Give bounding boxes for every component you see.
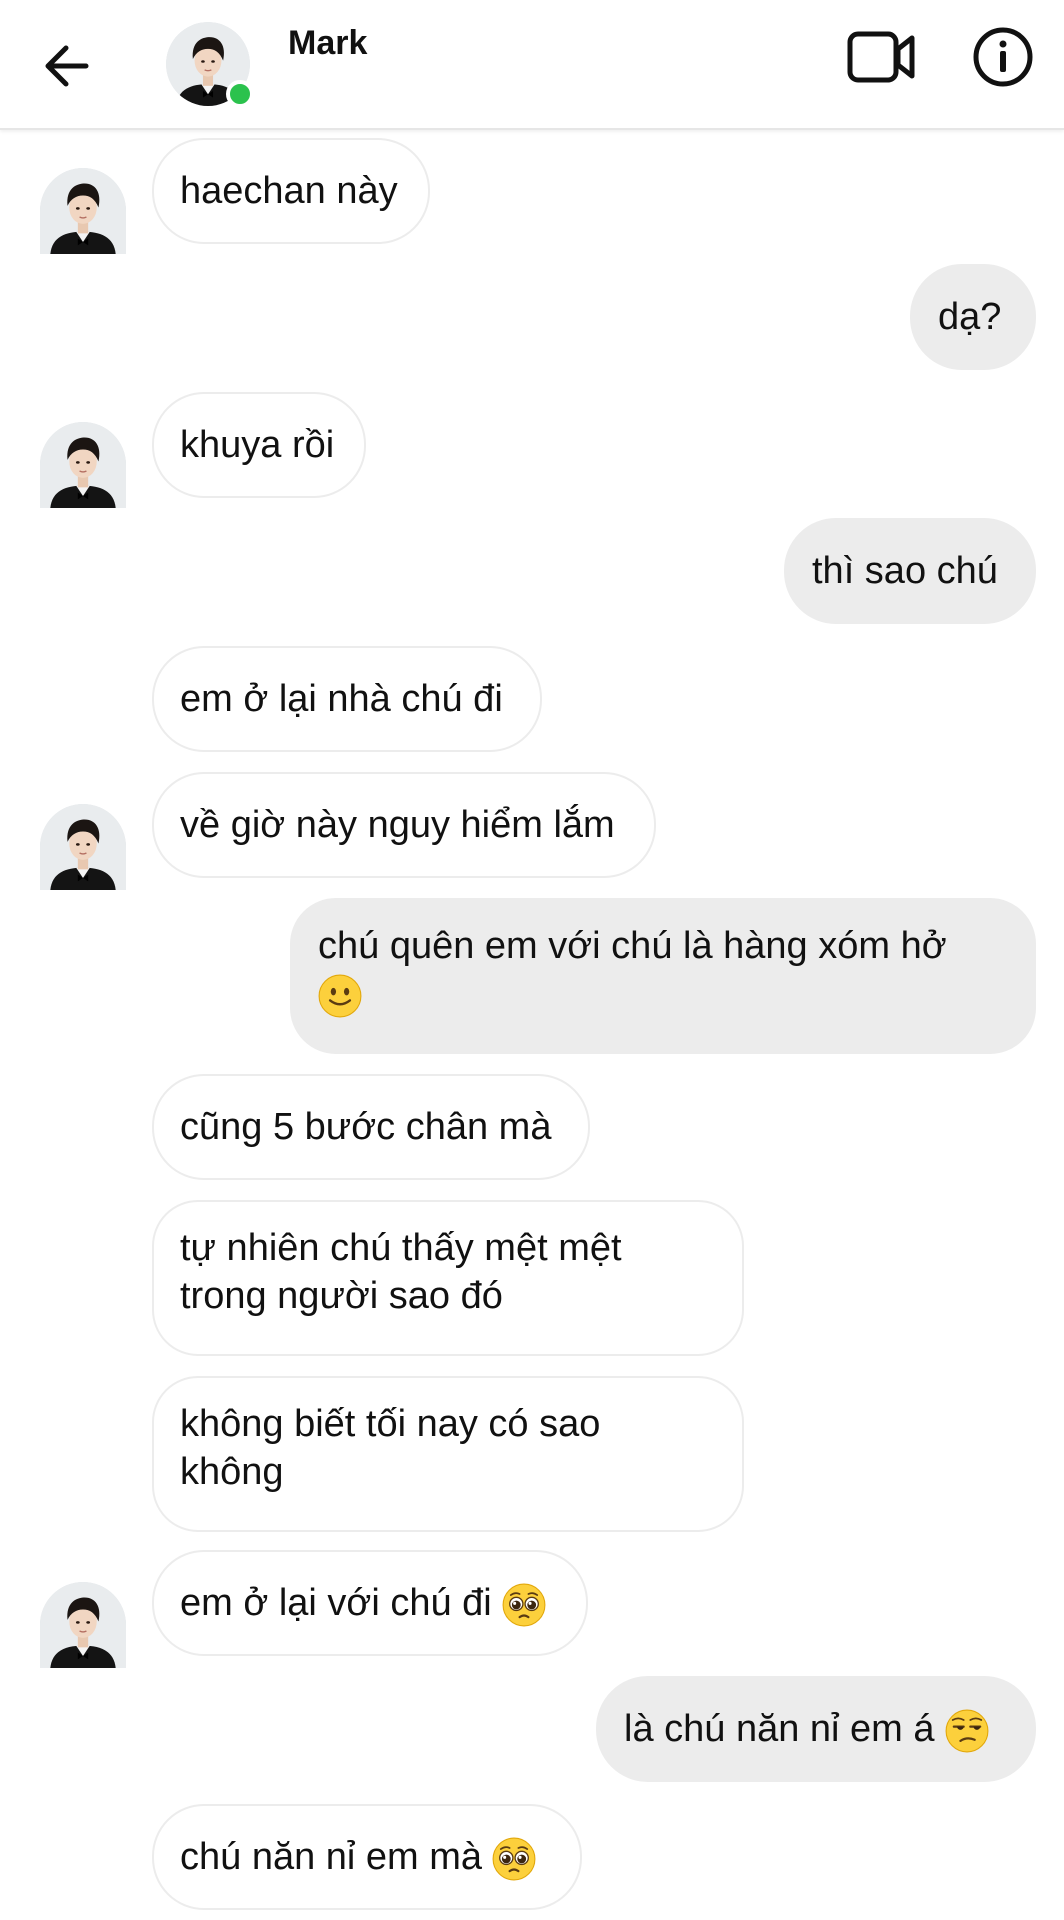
unamused-face-icon	[945, 1709, 989, 1753]
message-text: dạ?	[938, 296, 1002, 338]
avatar[interactable]	[40, 804, 126, 890]
message-bubble-outgoing[interactable]: chú quên em với chú là hàng xóm hở	[290, 898, 1036, 1054]
contact-avatar[interactable]	[166, 22, 254, 108]
message-bubble-incoming[interactable]: khuya rồi	[152, 392, 366, 498]
message-text: em ở lại với chú đi	[180, 1579, 546, 1627]
pleading-face-icon	[502, 1583, 546, 1627]
message-bubble-incoming[interactable]: haechan này	[152, 138, 430, 244]
message-text: chú quên em với chú là hàng xóm hở	[318, 922, 947, 1018]
message-text: tự nhiên chú thấy mệt mệt trong người sa…	[180, 1227, 622, 1317]
message-bubble-outgoing[interactable]: dạ?	[910, 264, 1036, 370]
contact-name[interactable]: Mark	[288, 24, 367, 63]
slightly-smiling-face-icon	[318, 974, 362, 1018]
message-bubble-incoming[interactable]: về giờ này nguy hiểm lắm	[152, 772, 656, 878]
message-text: về giờ này nguy hiểm lắm	[180, 804, 615, 846]
message-text: haechan này	[180, 170, 398, 212]
pleading-face-icon	[492, 1837, 536, 1881]
message-text: là chú năn nỉ em á	[624, 1705, 989, 1753]
message-bubble-incoming[interactable]: không biết tối nay có sao không	[152, 1376, 744, 1532]
message-text: thì sao chú	[812, 550, 998, 592]
message-text: chú năn nỉ em mà	[180, 1833, 536, 1881]
avatar[interactable]	[40, 168, 126, 254]
info-circle-icon[interactable]	[972, 26, 1034, 88]
message-bubble-outgoing[interactable]: thì sao chú	[784, 518, 1036, 624]
message-text: khuya rồi	[180, 424, 335, 466]
message-text: không biết tối nay có sao không	[180, 1403, 601, 1493]
avatar[interactable]	[40, 1582, 126, 1668]
message-bubble-incoming[interactable]: em ở lại nhà chú đi	[152, 646, 542, 752]
avatar[interactable]	[40, 422, 126, 508]
message-bubble-incoming[interactable]: cũng 5 bước chân mà	[152, 1074, 590, 1180]
online-status-dot	[226, 80, 254, 108]
chat-header: Mark	[0, 0, 1064, 130]
message-bubble-outgoing[interactable]: là chú năn nỉ em á	[596, 1676, 1036, 1782]
video-camera-icon[interactable]	[846, 24, 918, 90]
message-text: cũng 5 bước chân mà	[180, 1106, 552, 1148]
message-text: em ở lại nhà chú đi	[180, 678, 503, 720]
arrow-left-icon[interactable]	[36, 34, 100, 98]
message-bubble-incoming[interactable]: em ở lại với chú đi	[152, 1550, 588, 1656]
message-bubble-incoming[interactable]: tự nhiên chú thấy mệt mệt trong người sa…	[152, 1200, 744, 1356]
message-bubble-incoming[interactable]: chú năn nỉ em mà	[152, 1804, 582, 1910]
